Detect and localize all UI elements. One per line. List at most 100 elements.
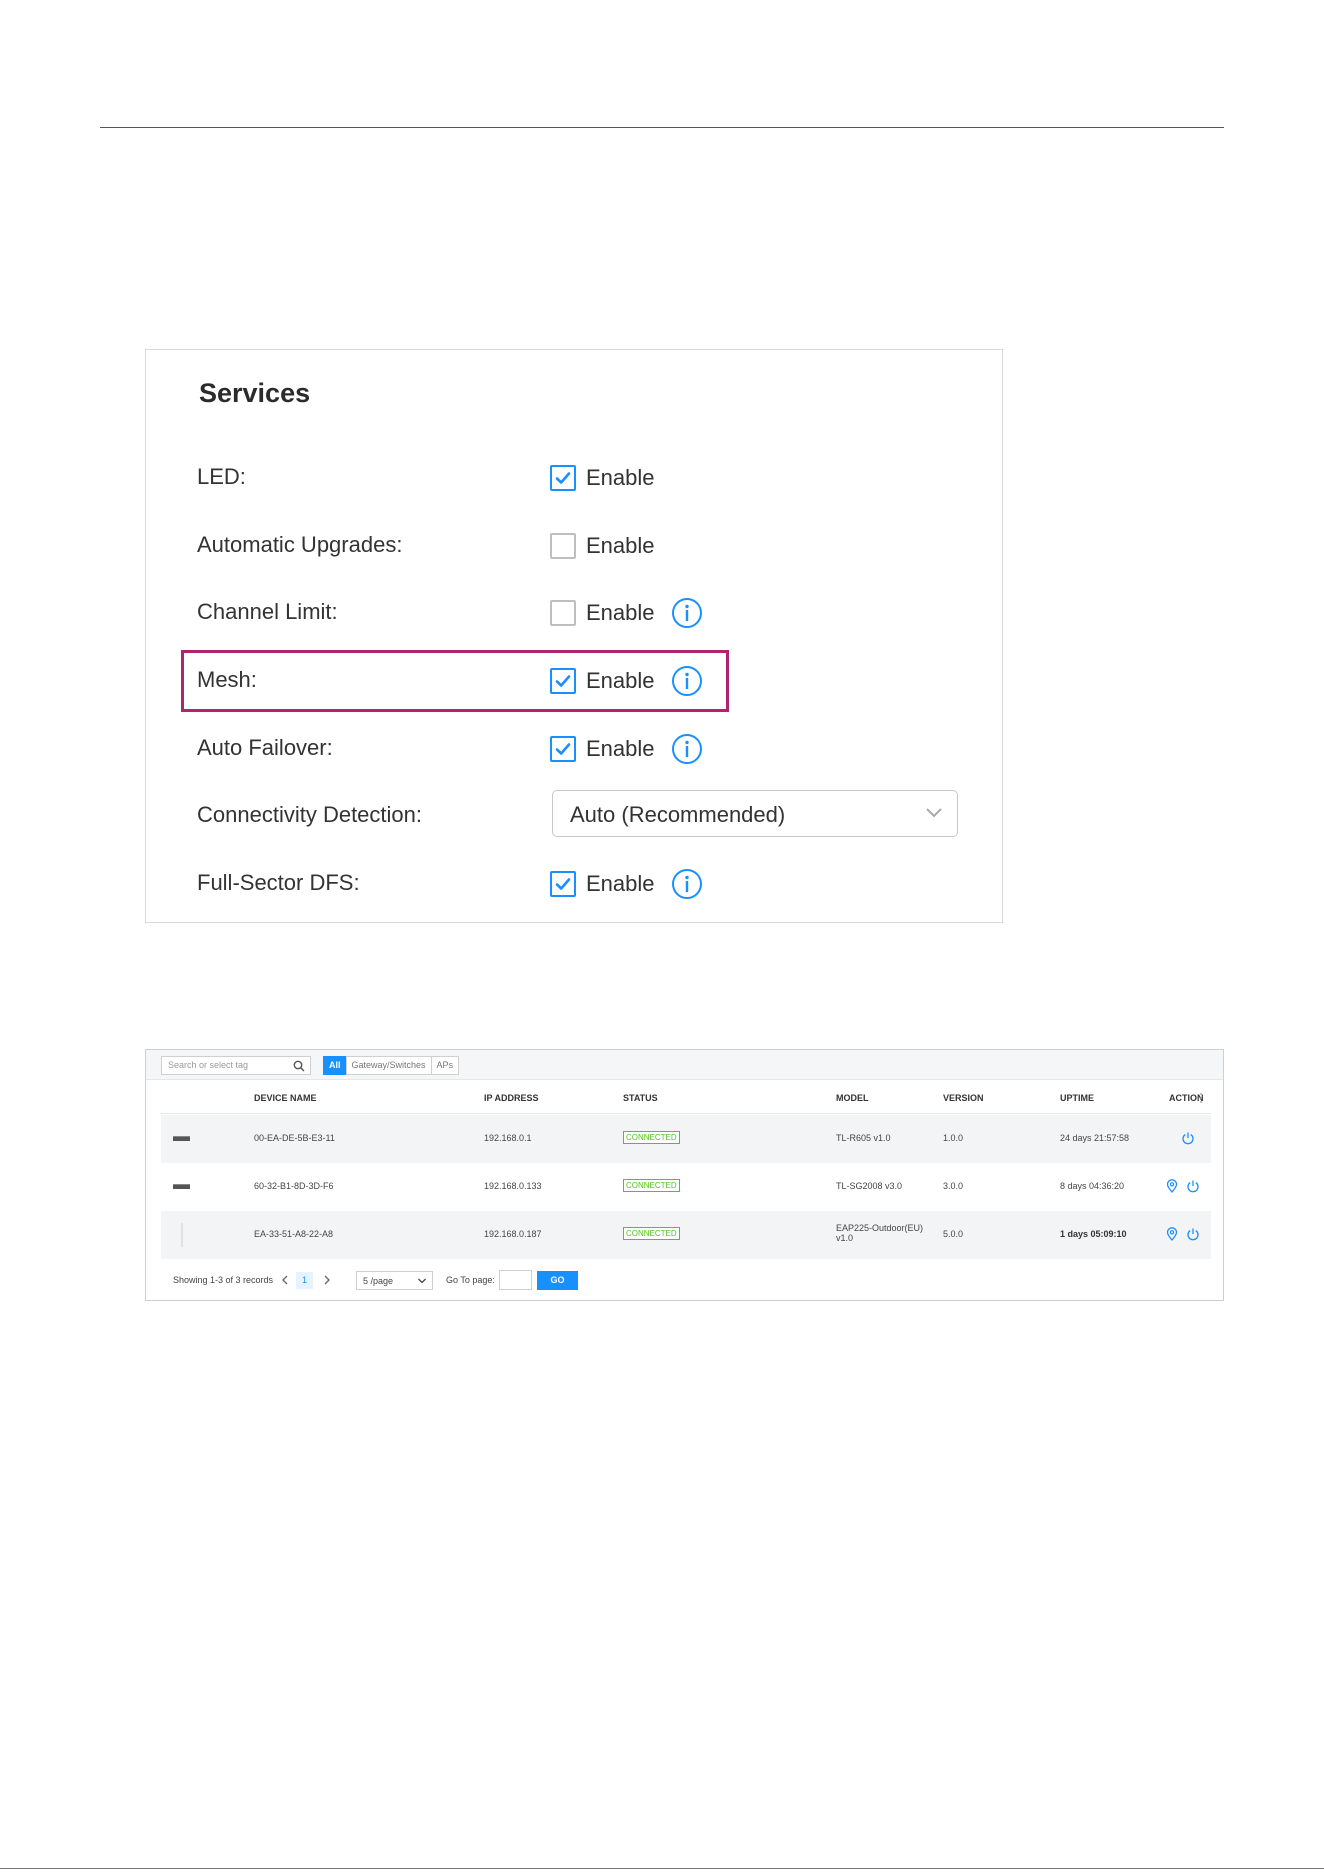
model: TL-SG2008 v3.0 (836, 1181, 903, 1191)
info-icon[interactable] (671, 868, 703, 900)
records-summary: Showing 1-3 of 3 records (173, 1275, 274, 1285)
connectivity-detection-label: Connectivity Detection: (197, 802, 422, 827)
led-row: LED: Enable (146, 458, 1002, 498)
column-device-name[interactable]: DEVICE NAME (254, 1093, 317, 1103)
go-button[interactable]: GO (537, 1271, 578, 1290)
tab-gateway-switches[interactable]: Gateway/Switches (345, 1056, 432, 1075)
led-enable-text: Enable (586, 465, 655, 490)
checkmark-icon (555, 878, 571, 890)
chevron-down-icon (418, 1278, 426, 1284)
table-row[interactable]: EA-33-51-A8-22-A8 192.168.0.187 CONNECTE… (161, 1211, 1211, 1259)
locate-icon[interactable] (1165, 1179, 1179, 1193)
full-sector-dfs-label: Full-Sector DFS: (197, 870, 360, 895)
status-badge: CONNECTED (623, 1179, 680, 1192)
power-icon[interactable] (1181, 1131, 1195, 1145)
column-version[interactable]: VERSION (943, 1093, 984, 1103)
table-row[interactable]: 00-EA-DE-5B-E3-11 192.168.0.1 CONNECTED … (161, 1115, 1211, 1163)
uptime: 1 days 05:09:10 (1060, 1229, 1127, 1239)
connectivity-detection-select[interactable]: Auto (Recommended) (552, 790, 958, 837)
page-number[interactable]: 1 (296, 1272, 313, 1289)
mesh-label: Mesh: (197, 667, 257, 692)
filter-bar: Search or select tag All Gateway/Switche… (146, 1050, 1223, 1080)
automatic-upgrades-checkbox[interactable] (550, 533, 576, 559)
ip-address: 192.168.0.1 (484, 1133, 532, 1143)
column-menu-icon[interactable] (1199, 1092, 1203, 1104)
search-icon[interactable] (293, 1060, 305, 1072)
services-panel: Services LED: Enable Automatic Upgrades:… (145, 349, 1003, 923)
device-name[interactable]: 60-32-B1-8D-3D-F6 (254, 1181, 334, 1191)
switch-icon (173, 1184, 190, 1189)
info-icon[interactable] (671, 733, 703, 765)
checkmark-icon (555, 743, 571, 755)
gateway-icon (173, 1136, 190, 1141)
pagination: Showing 1-3 of 3 records 1 5 /page Go To… (146, 1266, 1223, 1296)
goto-label: Go To page: (446, 1275, 495, 1285)
full-sector-dfs-control: Enable (550, 868, 703, 900)
model: TL-R605 v1.0 (836, 1133, 891, 1143)
channel-limit-row: Channel Limit: Enable (146, 593, 1002, 633)
model: EAP225-Outdoor(EU) v1.0 (836, 1223, 923, 1243)
locate-icon[interactable] (1165, 1227, 1179, 1241)
mesh-control: Enable (550, 665, 703, 697)
channel-limit-label: Channel Limit: (197, 599, 338, 624)
chevron-right-icon[interactable] (321, 1273, 333, 1287)
auto-failover-label: Auto Failover: (197, 735, 333, 760)
power-icon[interactable] (1186, 1179, 1200, 1193)
full-sector-dfs-row: Full-Sector DFS: Enable (146, 864, 1002, 904)
column-uptime[interactable]: UPTIME (1060, 1093, 1094, 1103)
device-name[interactable]: EA-33-51-A8-22-A8 (254, 1229, 333, 1239)
status-badge: CONNECTED (623, 1131, 680, 1144)
power-icon[interactable] (1186, 1227, 1200, 1241)
mesh-enable-text: Enable (586, 668, 655, 693)
full-sector-dfs-checkbox[interactable] (550, 871, 576, 897)
channel-limit-control: Enable (550, 597, 703, 629)
auto-failover-enable-text: Enable (586, 736, 655, 761)
goto-page-input[interactable] (499, 1270, 532, 1290)
column-model[interactable]: MODEL (836, 1093, 869, 1103)
footer-divider (0, 1868, 1324, 1869)
full-sector-dfs-enable-text: Enable (586, 871, 655, 896)
search-placeholder: Search or select tag (168, 1060, 249, 1070)
model-line-1: EAP225-Outdoor(EU) (836, 1223, 924, 1233)
model-line-2: v1.0 (836, 1233, 854, 1243)
page-size-select[interactable]: 5 /page (356, 1271, 433, 1290)
ip-address: 192.168.0.187 (484, 1229, 542, 1239)
info-icon[interactable] (671, 665, 703, 697)
version: 3.0.0 (943, 1181, 964, 1191)
checkmark-icon (555, 472, 571, 484)
channel-limit-enable-text: Enable (586, 600, 655, 625)
auto-failover-checkbox[interactable] (550, 736, 576, 762)
auto-failover-control: Enable (550, 733, 703, 765)
chevron-left-icon[interactable] (279, 1273, 291, 1287)
connectivity-detection-value: Auto (Recommended) (570, 802, 786, 827)
table-header: DEVICE NAME IP ADDRESS STATUS MODEL VERS… (161, 1082, 1211, 1114)
info-icon[interactable] (671, 597, 703, 629)
mesh-row: Mesh: Enable (146, 661, 1002, 701)
chevron-down-icon (926, 808, 942, 818)
uptime: 24 days 21:57:58 (1060, 1133, 1130, 1143)
column-ip-address[interactable]: IP ADDRESS (484, 1093, 539, 1103)
automatic-upgrades-enable-text: Enable (586, 533, 655, 558)
device-name[interactable]: 00-EA-DE-5B-E3-11 (254, 1133, 335, 1143)
auto-failover-row: Auto Failover: Enable (146, 729, 1002, 769)
tab-aps[interactable]: APs (430, 1056, 460, 1075)
mesh-checkbox[interactable] (550, 668, 576, 694)
automatic-upgrades-row: Automatic Upgrades: Enable (146, 526, 1002, 566)
search-input[interactable]: Search or select tag (161, 1056, 311, 1075)
led-checkbox[interactable] (550, 465, 576, 491)
page-size-value: 5 /page (363, 1276, 394, 1286)
column-status[interactable]: STATUS (623, 1093, 658, 1103)
device-type-tabs: All Gateway/Switches APs (323, 1056, 460, 1075)
tab-all[interactable]: All (323, 1056, 347, 1075)
automatic-upgrades-label: Automatic Upgrades: (197, 532, 403, 557)
led-control: Enable (550, 462, 655, 494)
ip-address: 192.168.0.133 (484, 1181, 542, 1191)
automatic-upgrades-control: Enable (550, 530, 655, 562)
table-row[interactable]: 60-32-B1-8D-3D-F6 192.168.0.133 CONNECTE… (161, 1163, 1211, 1211)
version: 5.0.0 (943, 1229, 964, 1239)
header-divider (100, 127, 1224, 128)
services-title: Services (199, 378, 311, 408)
channel-limit-checkbox[interactable] (550, 600, 576, 626)
led-label: LED: (197, 464, 246, 489)
version: 1.0.0 (943, 1133, 964, 1143)
